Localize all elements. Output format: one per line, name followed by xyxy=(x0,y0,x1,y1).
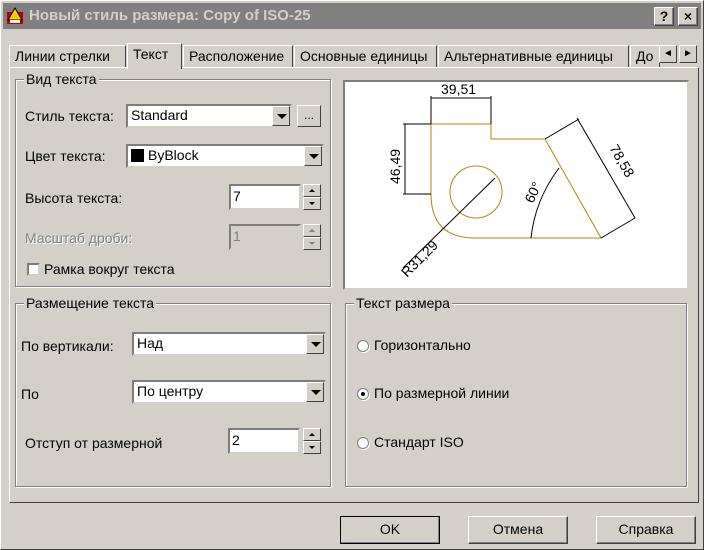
dialog-window: Новый стиль размера: Copy of ISO-25 ? × … xyxy=(0,0,704,550)
help-title-button[interactable]: ? xyxy=(654,7,674,26)
offset-label: Отступ от размерной xyxy=(25,435,163,451)
preview-drawing: 39,51 46,49 78,58 60° R31,29 xyxy=(387,81,638,280)
title-bar[interactable]: Новый стиль размера: Copy of ISO-25 ? × xyxy=(3,3,701,29)
tab-scroll-right-icon[interactable]: ► xyxy=(679,45,697,63)
fraction-scale-spinner xyxy=(303,224,321,250)
tab-tolerances[interactable]: До xyxy=(630,45,660,67)
radio-aligned-with-line[interactable] xyxy=(357,388,369,400)
group-title-text-placement: Размещение текста xyxy=(24,295,157,311)
text-color-select[interactable]: ByBlock xyxy=(126,144,324,168)
window-title: Новый стиль размера: Copy of ISO-25 xyxy=(29,7,311,24)
spin-down-icon xyxy=(303,237,321,250)
tab-primary-units[interactable]: Основные единицы xyxy=(294,45,437,67)
tab-alternate-units[interactable]: Альтернативные единицы xyxy=(438,45,629,67)
radio-iso-standard[interactable] xyxy=(357,437,369,449)
group-title-text-alignment: Текст размера xyxy=(354,295,452,311)
tab-strip: Линии стрелки Текст Расположение Основны… xyxy=(9,43,699,69)
text-style-label: Стиль текста: xyxy=(25,108,114,124)
fraction-scale-label: Масштаб дроби: xyxy=(25,230,133,246)
text-height-input[interactable]: 7 xyxy=(229,184,301,210)
tab-arrow-lines[interactable]: Линии стрелки xyxy=(9,45,126,67)
text-color-value: ByBlock xyxy=(148,147,199,163)
dim-angle-label: 60° xyxy=(521,179,544,205)
tab-text[interactable]: Текст xyxy=(127,43,182,69)
autocad-app-icon xyxy=(7,7,23,24)
spin-up-icon[interactable] xyxy=(303,184,321,197)
dimension-preview: 39,51 46,49 78,58 60° R31,29 xyxy=(343,80,689,290)
offset-input[interactable]: 2 xyxy=(228,428,300,454)
cancel-button[interactable]: Отмена xyxy=(468,516,568,544)
text-frame-checkbox[interactable] xyxy=(27,263,40,276)
chevron-down-icon[interactable] xyxy=(272,106,290,126)
spin-down-icon[interactable] xyxy=(303,197,321,210)
fraction-scale-input: 1 xyxy=(229,224,301,250)
chevron-down-icon[interactable] xyxy=(306,334,324,354)
text-style-browse-button[interactable]: ... xyxy=(297,105,321,127)
preview-geometry xyxy=(430,123,602,239)
radio-horizontal-label[interactable]: Горизонтально xyxy=(374,337,471,353)
group-title-text-appearance: Вид текста xyxy=(24,71,99,87)
text-style-select[interactable]: Standard xyxy=(126,104,292,128)
close-title-button[interactable]: × xyxy=(678,7,698,26)
tab-scroll-left-icon[interactable]: ◄ xyxy=(659,45,677,63)
radio-aligned-label[interactable]: По размерной линии xyxy=(374,385,509,401)
text-style-value: Standard xyxy=(131,107,188,123)
dim-diagonal-label: 78,58 xyxy=(606,142,637,181)
dim-left-label: 46,49 xyxy=(387,149,403,184)
radio-horizontal[interactable] xyxy=(357,340,369,352)
spin-up-icon[interactable] xyxy=(303,428,321,441)
color-swatch-icon xyxy=(131,149,144,162)
vertical-placement-label: По вертикали: xyxy=(21,338,114,354)
dim-radius-label: R31,29 xyxy=(398,237,441,280)
preview-dimension-lines xyxy=(402,96,636,269)
ok-button[interactable]: OK xyxy=(340,516,440,544)
text-frame-label[interactable]: Рамка вокруг текста xyxy=(44,261,175,277)
text-color-label: Цвет текста: xyxy=(25,148,106,164)
spin-down-icon[interactable] xyxy=(303,441,321,454)
vertical-placement-select[interactable]: Над xyxy=(132,332,326,356)
help-button[interactable]: Справка xyxy=(596,516,696,544)
dim-top-label: 39,51 xyxy=(441,82,476,97)
text-height-label: Высота текста: xyxy=(25,190,123,206)
horizontal-placement-select[interactable]: По центру xyxy=(132,380,326,404)
horizontal-placement-value: По центру xyxy=(137,383,204,399)
radio-iso-label[interactable]: Стандарт ISO xyxy=(374,434,464,450)
horizontal-placement-label: По xyxy=(21,386,39,402)
chevron-down-icon[interactable] xyxy=(304,146,322,166)
spin-up-icon xyxy=(303,224,321,237)
tab-placement[interactable]: Расположение xyxy=(183,45,293,67)
offset-spinner[interactable] xyxy=(303,428,321,454)
chevron-down-icon[interactable] xyxy=(306,382,324,402)
vertical-placement-value: Над xyxy=(137,335,164,351)
text-height-spinner[interactable] xyxy=(303,184,321,210)
